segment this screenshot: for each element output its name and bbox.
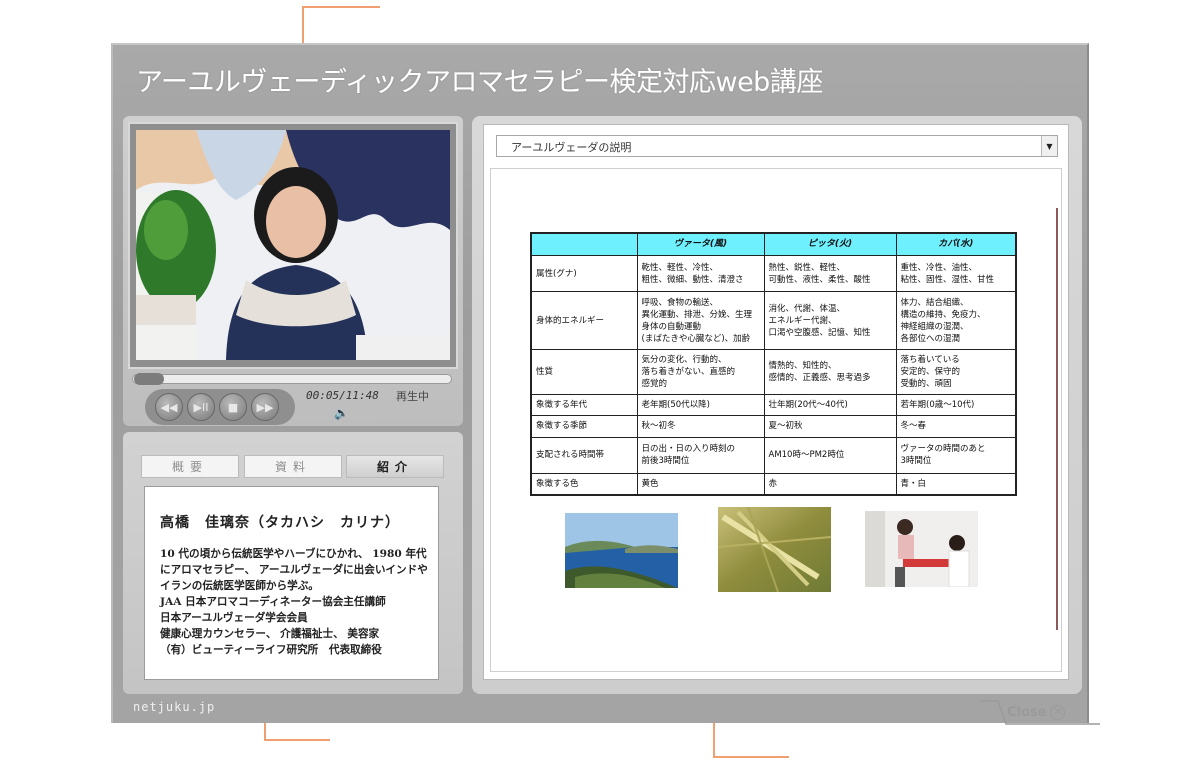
table-header-row: ヴァータ(風) ピッタ(火) カパ(水) [530, 232, 1017, 256]
table-header [530, 232, 638, 256]
document-select[interactable]: アーユルヴェーダの説明 [496, 135, 1058, 157]
table-row: 性質 気分の変化、行動的、 落ち着きがない、直感的 感覚的 情熱的、知性的、 感… [530, 349, 1017, 395]
sea-photo [565, 513, 678, 588]
stop-button[interactable]: ■ [219, 393, 247, 421]
table-cell: 属性(グナ) [530, 254, 638, 293]
table-row: 身体的エネルギー 呼吸、食物の輸送、 異化運動、排泄、分娩、生理 身体の自動運動… [530, 291, 1017, 351]
wheat-photo [718, 507, 831, 592]
table-cell: 秋〜初冬 [636, 415, 765, 438]
table-header: ヴァータ(風) [636, 232, 765, 256]
table-cell: 冬〜春 [895, 415, 1017, 438]
table-cell: 象徴する季節 [530, 415, 638, 438]
close-button[interactable]: Close ✕ [1007, 705, 1066, 720]
callout-line [713, 756, 789, 758]
playback-status: 再生中 [396, 390, 429, 403]
table-cell: 象徴する年代 [530, 393, 638, 417]
previous-button[interactable]: ◀◀ [155, 393, 183, 421]
table-cell: 情熱的、知性的、 感情的、正義感、思考過多 [763, 349, 897, 395]
table-cell: 黄色 [636, 473, 765, 496]
tab-materials[interactable]: 資料 [244, 455, 342, 478]
close-icon: ✕ [1050, 705, 1066, 720]
bio-line: （有）ビューティーライフ研究所 代表取締役 [160, 644, 382, 656]
bio-line: 10 代の頃から伝統医学やハーブにひかれ、 1980 年代 [160, 548, 427, 560]
table-cell: 体力、結合組織、 構造の維持、免疫力、 神経組織の湿潤、 各部位への湿潤 [895, 291, 1017, 351]
table-cell: 若年期(0歳〜10代) [895, 393, 1017, 417]
bio-line: 健康心理カウンセラー、 介護福祉士、 美容家 [160, 628, 380, 640]
table-row: 象徴する年代 老年期(50代以降) 壮年期(20代〜40代) 若年期(0歳〜10… [530, 393, 1017, 417]
seek-bar[interactable] [132, 374, 452, 384]
bio-line: イランの伝統医学医師から学ぶ。 [160, 580, 319, 592]
callout-line [264, 739, 330, 741]
table-cell: 支配される時間帯 [530, 436, 638, 475]
document-scrollbar[interactable] [1056, 208, 1058, 630]
brand-label: netjuku.jp [133, 700, 216, 714]
table-row: 支配される時間帯 日の出・日の入り時刻の 前後3時間位 AM10時〜PM2時位 … [530, 436, 1017, 475]
bio-line: 日本アーユルヴェーダ学会会員 [160, 612, 308, 624]
tab-introduction[interactable]: 紹介 [346, 455, 444, 478]
table-cell: 落ち着いている 安定的、保守的 受動的、頑固 [895, 349, 1017, 395]
tab-overview[interactable]: 概要 [141, 455, 239, 478]
ayurveda-table: ヴァータ(風) ピッタ(火) カパ(水) 属性(グナ) 乾性、軽性、冷性、 粗性… [530, 232, 1017, 496]
lecturer-name: 高橋 佳璃奈（タカハシ カリナ） [160, 515, 400, 531]
seek-handle[interactable] [134, 373, 164, 385]
table-cell: 象徴する色 [530, 473, 638, 496]
table-cell: 老年期(50代以降) [636, 393, 765, 417]
table-cell: 気分の変化、行動的、 落ち着きがない、直感的 感覚的 [636, 349, 765, 395]
table-row: 象徴する季節 秋〜初冬 夏〜初秋 冬〜春 [530, 415, 1017, 438]
table-cell: AM10時〜PM2時位 [763, 436, 897, 475]
table-cell: 日の出・日の入り時刻の 前後3時間位 [636, 436, 765, 475]
table-cell: 呼吸、食物の輸送、 異化運動、排泄、分娩、生理 身体の自動運動 (まばたきや心臓… [636, 291, 765, 351]
table-cell: 乾性、軽性、冷性、 粗性、微細、動性、清澄さ [636, 254, 765, 293]
window-title: アーユルヴェーディックアロマセラピー検定対応web講座 [136, 67, 823, 98]
therapy-photo [865, 511, 978, 587]
play-pause-button[interactable]: ▶II [187, 393, 215, 421]
lecturer-bio: 10 代の頃から伝統医学やハーブにひかれ、 1980 年代 にアロマセラピー、 … [160, 546, 432, 658]
table-cell: 重性、冷性、油性、 粘性、固性、湿性、甘性 [895, 254, 1017, 293]
table-cell: 性質 [530, 349, 638, 395]
playback-time: 00:05/11:48 [306, 389, 379, 402]
table-header: ピッタ(火) [763, 232, 897, 256]
table-cell: ヴァータの時間のあと 3時間位 [895, 436, 1017, 475]
table-cell: 赤 [763, 473, 897, 496]
volume-icon[interactable]: 🔈 [334, 406, 349, 420]
table-cell: 身体的エネルギー [530, 291, 638, 351]
table-cell: 壮年期(20代〜40代) [763, 393, 897, 417]
bio-line: JAA 日本アロマコーディネーター協会主任講師 [160, 596, 386, 608]
table-cell: 青・白 [895, 473, 1017, 496]
table-cell: 消化、代謝、体温、 エネルギー代謝、 口渇や空腹感、記憶、知性 [763, 291, 897, 351]
close-label: Close [1007, 705, 1047, 720]
table-row: 象徴する色 黄色 赤 青・白 [530, 473, 1017, 496]
table-header: カパ(水) [895, 232, 1017, 256]
video-frame-image [136, 130, 450, 360]
bio-line: にアロマセラピー、 アーユルヴェーダに出会いインドや [160, 564, 428, 576]
chevron-down-icon[interactable]: ▼ [1041, 136, 1057, 156]
video-player[interactable] [136, 130, 450, 360]
table-cell: 夏〜初秋 [763, 415, 897, 438]
next-button[interactable]: ▶▶ [251, 393, 279, 421]
table-cell: 熱性、鋭性、軽性、 可動性、液性、柔性、酸性 [763, 254, 897, 293]
table-row: 属性(グナ) 乾性、軽性、冷性、 粗性、微細、動性、清澄さ 熱性、鋭性、軽性、 … [530, 254, 1017, 293]
callout-line [302, 6, 380, 8]
